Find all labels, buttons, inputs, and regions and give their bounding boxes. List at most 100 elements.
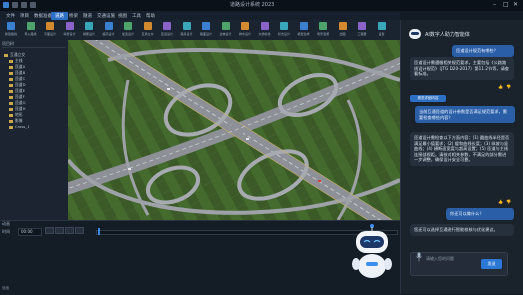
ribbon-button[interactable]: 标志设计 [277, 22, 291, 38]
time-label: 时间 [2, 229, 10, 234]
animation-panel-title: 动画 [2, 221, 10, 226]
road-new-icon [7, 22, 15, 30]
thumbs-down-icon[interactable]: 👎 [506, 84, 511, 89]
folder-icon [4, 53, 8, 57]
pause-button[interactable] [55, 227, 64, 234]
folder-icon [9, 101, 13, 105]
undo-icon[interactable] [21, 2, 27, 8]
ribbon-button[interactable]: 交通标线 [258, 22, 272, 38]
ribbon-button[interactable]: 加宽设计 [121, 22, 135, 38]
folder-icon [9, 71, 13, 75]
road-import-icon [26, 22, 35, 30]
drain-icon [241, 22, 249, 30]
panel-divider [2, 47, 65, 48]
tab-help[interactable]: 帮助 [142, 12, 159, 20]
minimize-icon[interactable]: – [493, 1, 496, 8]
tree-item-label: 影像 [15, 118, 23, 123]
reference-tag-button[interactable]: 规范详细内容 [410, 95, 446, 102]
ribbon-button[interactable]: 横断设计 [82, 22, 96, 38]
close-icon[interactable]: ✕ [513, 1, 518, 8]
ribbon-button[interactable]: 模型生成 [297, 22, 311, 38]
folder-icon [9, 107, 13, 111]
3d-viewport[interactable] [68, 40, 400, 220]
assistant-title: AI数字人助力智能体 [425, 32, 470, 38]
maximize-icon[interactable]: □ [503, 1, 509, 8]
ribbon-button-label: 场景漫游 [316, 32, 329, 36]
ribbon-button-label: 路基设计 [180, 32, 193, 36]
ribbon-button-label: 设置 [378, 32, 385, 36]
interchange-scene[interactable] [68, 40, 400, 220]
ribbon-button[interactable]: 设置 [375, 22, 389, 38]
ribbon-button-label: 交通标线 [258, 32, 271, 36]
ribbon-button[interactable]: 新建路线 [4, 22, 18, 38]
ramp-icon [163, 22, 171, 30]
gear-icon [377, 22, 386, 30]
stop-button[interactable] [65, 227, 74, 234]
ribbon-button[interactable]: 超高设计 [102, 22, 116, 38]
subgrade-icon [182, 22, 191, 30]
ribbon-button-label: 超高设计 [102, 32, 115, 36]
robot-face [360, 236, 384, 248]
ribbon-button[interactable]: 导入路线 [24, 22, 38, 38]
interchange-icon [143, 22, 152, 30]
vehicle [246, 138, 249, 140]
time-value: 00:00 [21, 229, 33, 234]
assistant-avatar [409, 29, 421, 39]
ribbon-button[interactable]: 纵断设计 [63, 22, 77, 38]
drawing-icon [338, 22, 347, 30]
record-button[interactable] [75, 227, 84, 234]
ribbon-button[interactable]: 匝道设计 [160, 22, 174, 38]
ribbon-button[interactable]: 路基设计 [180, 22, 194, 38]
tree-item-label: 匝道E [15, 88, 25, 93]
ribbon-button[interactable]: 边坡设计 [219, 22, 233, 38]
ribbon-button[interactable]: 排水设计 [238, 22, 252, 38]
ribbon-button-label: 平面设计 [43, 32, 56, 36]
robot-chest-light [366, 262, 378, 266]
folder-icon [9, 113, 13, 117]
ribbon-button[interactable]: 互通立交 [141, 22, 155, 38]
ribbon-button[interactable]: 工程量 [355, 22, 369, 38]
tree-item-label: 匝道B [15, 70, 26, 75]
ribbon-button[interactable]: 路面设计 [199, 22, 213, 38]
thumbs-up-icon[interactable]: 👍 [498, 199, 503, 204]
superelevation-icon [104, 22, 113, 30]
ribbon-button-label: 模型生成 [297, 32, 310, 36]
tree-item-label: 匝道D [15, 82, 26, 87]
thumbs-down-icon[interactable]: 👎 [506, 199, 511, 204]
ribbon-button[interactable]: 平面设计 [43, 22, 57, 38]
chat-message-user: 你还可以做什么？ [446, 208, 514, 220]
play-button[interactable] [45, 227, 54, 234]
status-text: 就绪 [2, 286, 9, 290]
chat-message-assistant: 匝道设计需遵循相关规范要求，主要包括《公路路线设计规范》（JTG D20-201… [410, 57, 514, 80]
ribbon-button-label: 横断设计 [82, 32, 95, 36]
send-button[interactable]: 发送 [481, 259, 502, 269]
thumbs-up-icon[interactable]: 👍 [498, 84, 503, 89]
timeline-playhead[interactable] [98, 228, 100, 235]
redo-icon[interactable] [30, 2, 36, 8]
tree-item-label: 主线 [15, 58, 23, 63]
ribbon-button-label: 新建路线 [4, 32, 17, 36]
microphone-icon[interactable] [416, 252, 422, 262]
window-title: 道路设计系统 2023 [230, 2, 275, 8]
folder-icon [9, 119, 13, 123]
cross-section-icon [85, 22, 93, 30]
ribbon-button[interactable]: 场景漫游 [316, 22, 330, 38]
chat-message-user: 匝道设计规范有哪些？ [452, 45, 514, 57]
slope-icon [221, 22, 230, 30]
time-input[interactable]: 00:00 [18, 228, 42, 236]
chat-input-placeholder: 请输入您的问题 [426, 256, 454, 261]
ai-robot-avatar[interactable] [350, 222, 395, 282]
ribbon-button[interactable]: 出图 [336, 22, 350, 38]
tree-item-label: 匝道H [15, 106, 26, 111]
ribbon-button-label: 边坡设计 [219, 32, 232, 36]
menu-bar: 文件 项目 数据准备 道路 桥梁 隧道 交通设施 视图 工具 帮助 [0, 11, 400, 20]
ribbon-button-label: 互通立交 [141, 32, 154, 36]
save-icon[interactable] [12, 2, 18, 8]
chat-message-user: 当前互通匝道的设计参数是否满足规范要求，需要检查哪些内容？ [415, 106, 515, 124]
ribbon-button-label: 排水设计 [238, 32, 251, 36]
tree-item[interactable]: Cross_1 [9, 124, 30, 129]
tree-item-label: 匝道A [15, 64, 26, 69]
app-logo-icon [3, 2, 9, 8]
chat-message-assistant: 匝道设计需检查以下方面内容：(1) 圆曲线半径是否满足最小值要求；(2) 缓和曲… [410, 132, 514, 166]
vehicle [318, 180, 321, 182]
